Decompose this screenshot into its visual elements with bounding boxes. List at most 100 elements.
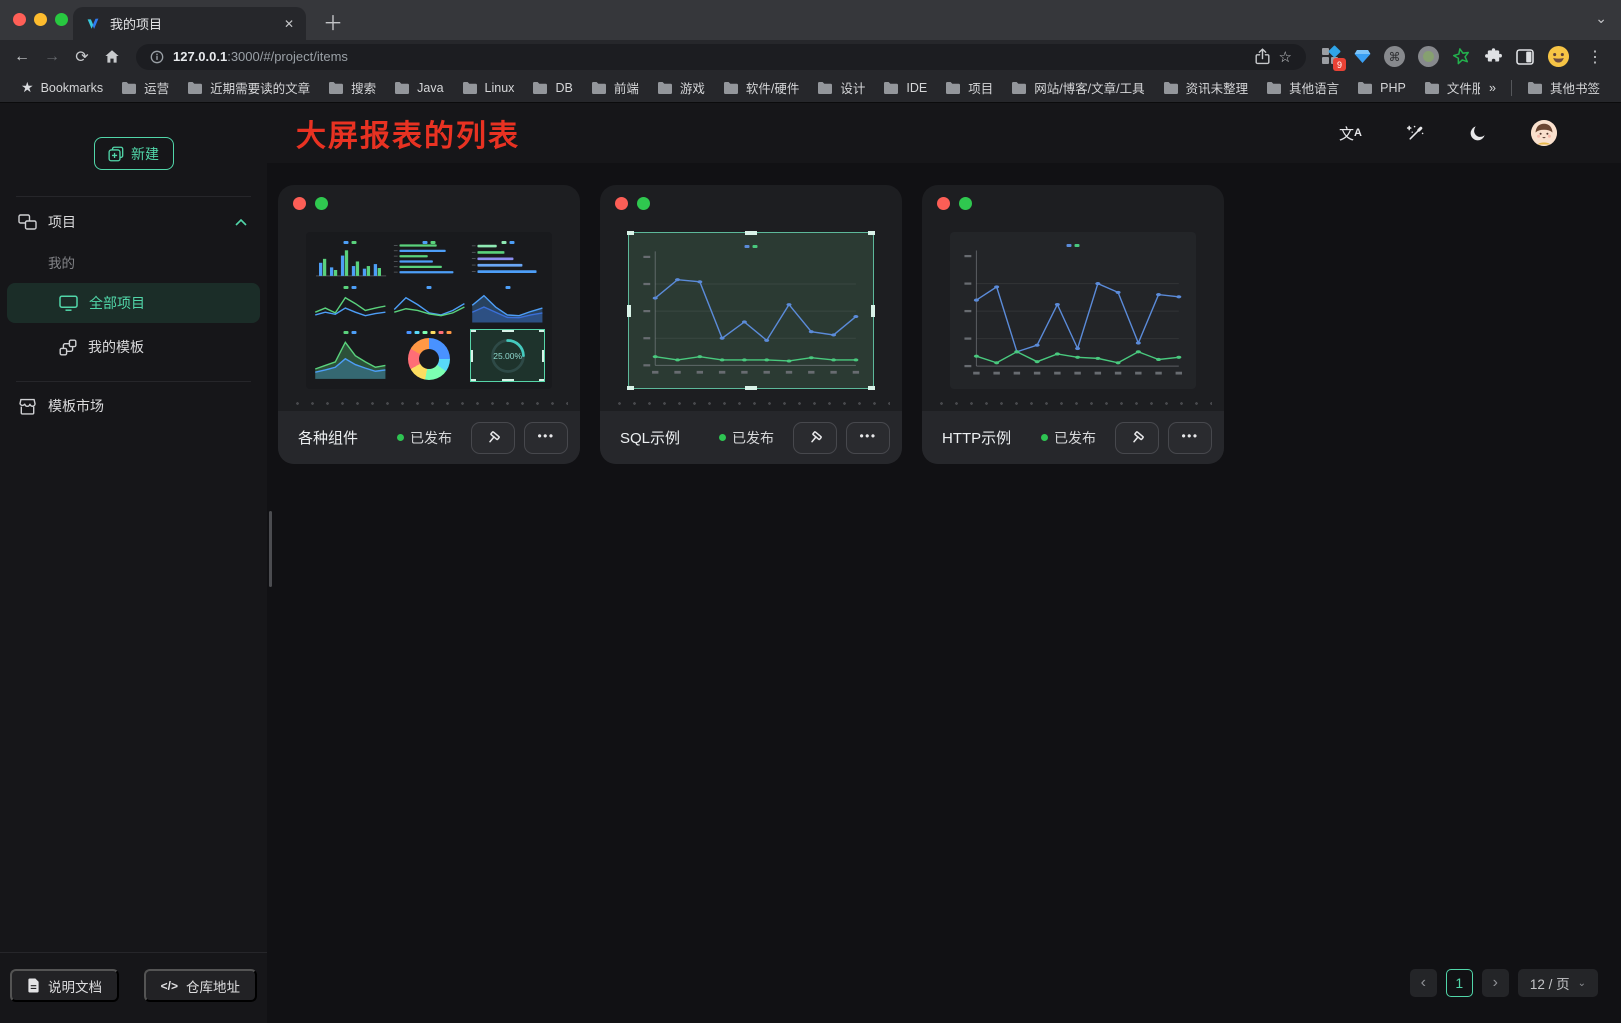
url-bar[interactable]: 127.0.0.1:3000/#/project/items ☆ — [136, 44, 1306, 70]
sidebar-group-projects[interactable]: 项目 — [0, 197, 267, 244]
bookmark-folder[interactable]: Linux — [453, 81, 524, 95]
card-footer: HTTP示例 已发布 ••• — [922, 411, 1224, 464]
pagination: ‹ 1 › 12 / 页⌄ — [1410, 969, 1598, 997]
new-project-button[interactable]: 新建 — [94, 137, 174, 170]
sidebar-footer: 说明文档 </> 仓库地址 — [0, 952, 267, 1023]
folder-icon — [532, 81, 548, 94]
more-actions-button[interactable]: ••• — [524, 422, 568, 454]
project-preview-thumbnail[interactable] — [950, 232, 1196, 389]
home-button[interactable] — [98, 43, 126, 71]
minimize-window-button[interactable] — [34, 13, 47, 26]
project-card-http[interactable]: HTTP示例 已发布 ••• — [922, 185, 1224, 464]
profile-avatar-icon[interactable] — [1547, 45, 1570, 68]
chevron-up-icon[interactable] — [235, 219, 247, 226]
more-actions-button[interactable]: ••• — [1168, 422, 1212, 454]
bookmark-folder[interactable]: 项目 — [936, 78, 1002, 97]
back-button[interactable]: ← — [8, 43, 36, 71]
extension-command-icon[interactable]: ⌘ — [1384, 46, 1405, 67]
extension-star-icon[interactable] — [1452, 47, 1471, 66]
forward-button[interactable]: → — [38, 43, 66, 71]
project-preview-thumbnail[interactable]: 25.00% — [306, 232, 552, 389]
tab-close-icon[interactable]: ✕ — [284, 17, 294, 31]
bookmarks-overflow-chevron[interactable]: » — [1480, 81, 1505, 95]
extension-dashboard-icon[interactable]: 9 — [1322, 47, 1341, 66]
bookmark-folder[interactable]: 文件服务器 — [1415, 78, 1480, 97]
dark-mode-moon-icon[interactable] — [1469, 124, 1487, 142]
dual-screen-icon — [18, 214, 37, 230]
green-dot — [959, 197, 972, 210]
bookmark-folder[interactable]: 前端 — [582, 78, 648, 97]
sidebar-item-template-market[interactable]: 模板市场 — [0, 382, 267, 430]
status-badge: 已发布 — [397, 428, 452, 448]
page-header: 大屏报表的列表 文A — [267, 103, 1621, 163]
reload-button[interactable]: ⟳ — [68, 43, 96, 71]
extensions-puzzle-icon[interactable] — [1484, 47, 1503, 66]
bookmark-star-icon[interactable]: ☆ — [1279, 48, 1292, 66]
project-card-sql[interactable]: SQL示例 已发布 ••• — [600, 185, 902, 464]
side-panel-icon[interactable] — [1516, 49, 1534, 65]
bookmark-folder[interactable]: IDE — [874, 81, 936, 95]
project-card-list: 25.00% 各种组件 已发布 ••• — [267, 163, 1621, 464]
traffic-lights — [13, 13, 68, 26]
language-icon[interactable]: 文A — [1339, 123, 1362, 144]
bookmark-folder[interactable]: 游戏 — [648, 78, 714, 97]
mini-hbar-chart — [392, 239, 467, 280]
new-tab-button[interactable]: ＋ — [320, 8, 346, 34]
browser-menu-icon[interactable]: ⋮ — [1583, 47, 1607, 67]
hammer-icon — [485, 429, 502, 446]
magic-wand-icon[interactable] — [1406, 124, 1425, 143]
page-info-icon[interactable] — [150, 50, 164, 64]
edit-project-button[interactable] — [1115, 422, 1159, 454]
extension-gem-icon[interactable] — [1354, 49, 1371, 64]
repo-button[interactable]: </> 仓库地址 — [144, 969, 257, 1002]
prev-page-button[interactable]: ‹ — [1410, 969, 1437, 997]
tab-search-icon[interactable]: ⌄ — [1595, 10, 1607, 27]
document-icon — [27, 978, 40, 993]
folder-icon — [1527, 81, 1543, 94]
red-dot — [937, 197, 950, 210]
user-avatar[interactable] — [1531, 120, 1557, 146]
bookmark-folder[interactable]: 网站/博客/文章/工具 — [1002, 78, 1153, 97]
project-preview-thumbnail[interactable] — [628, 232, 874, 389]
bookmark-folder[interactable]: Java — [385, 81, 452, 95]
edit-project-button[interactable] — [793, 422, 837, 454]
status-badge: 已发布 — [719, 428, 774, 448]
lang-cn: 文 — [1339, 123, 1354, 144]
bookmark-folder[interactable]: 近期需要读的文章 — [178, 78, 319, 97]
new-project-label: 新建 — [131, 144, 159, 164]
red-dot — [615, 197, 628, 210]
other-bookmarks[interactable]: 其他书签 — [1518, 78, 1609, 97]
green-dot — [315, 197, 328, 210]
scrollbar-thumb[interactable] — [269, 511, 272, 587]
bookmark-folder[interactable]: DB — [523, 81, 581, 95]
status-badge: 已发布 — [1041, 428, 1096, 448]
bookmarks-lead[interactable]: ★Bookmarks — [12, 79, 112, 96]
close-window-button[interactable] — [13, 13, 26, 26]
page-size-select[interactable]: 12 / 页⌄ — [1518, 969, 1598, 997]
edit-project-button[interactable] — [471, 422, 515, 454]
bookmark-label: 软件/硬件 — [746, 78, 799, 97]
goview-favicon — [85, 16, 101, 32]
current-page-button[interactable]: 1 — [1446, 969, 1473, 997]
folder-icon — [723, 81, 739, 94]
bookmark-folder[interactable]: 资讯未整理 — [1154, 78, 1258, 97]
more-actions-button[interactable]: ••• — [846, 422, 890, 454]
bookmark-folder[interactable]: 搜索 — [319, 78, 385, 97]
browser-tab[interactable]: 我的项目 ✕ — [73, 7, 306, 40]
sidebar: 新建 项目 我的 全部项目 我的模板 模板市场 — [0, 103, 267, 1023]
zoom-window-button[interactable] — [55, 13, 68, 26]
project-card-components[interactable]: 25.00% 各种组件 已发布 ••• — [278, 185, 580, 464]
docs-button[interactable]: 说明文档 — [10, 969, 119, 1002]
next-page-button[interactable]: › — [1482, 969, 1509, 997]
group-label: 项目 — [48, 212, 76, 232]
bookmark-folder[interactable]: 设计 — [808, 78, 874, 97]
bookmark-folder[interactable]: 其他语言 — [1257, 78, 1348, 97]
bookmark-folder[interactable]: 软件/硬件 — [714, 78, 808, 97]
sidebar-item-all-projects[interactable]: 全部项目 — [7, 283, 260, 323]
dotted-separator — [934, 402, 1212, 405]
extension-recorder-icon[interactable] — [1418, 46, 1439, 67]
sidebar-item-my-templates[interactable]: 我的模板 — [7, 327, 260, 367]
share-icon[interactable] — [1255, 48, 1270, 65]
bookmark-folder[interactable]: 运营 — [112, 78, 178, 97]
bookmark-folder[interactable]: PHP — [1348, 81, 1415, 95]
